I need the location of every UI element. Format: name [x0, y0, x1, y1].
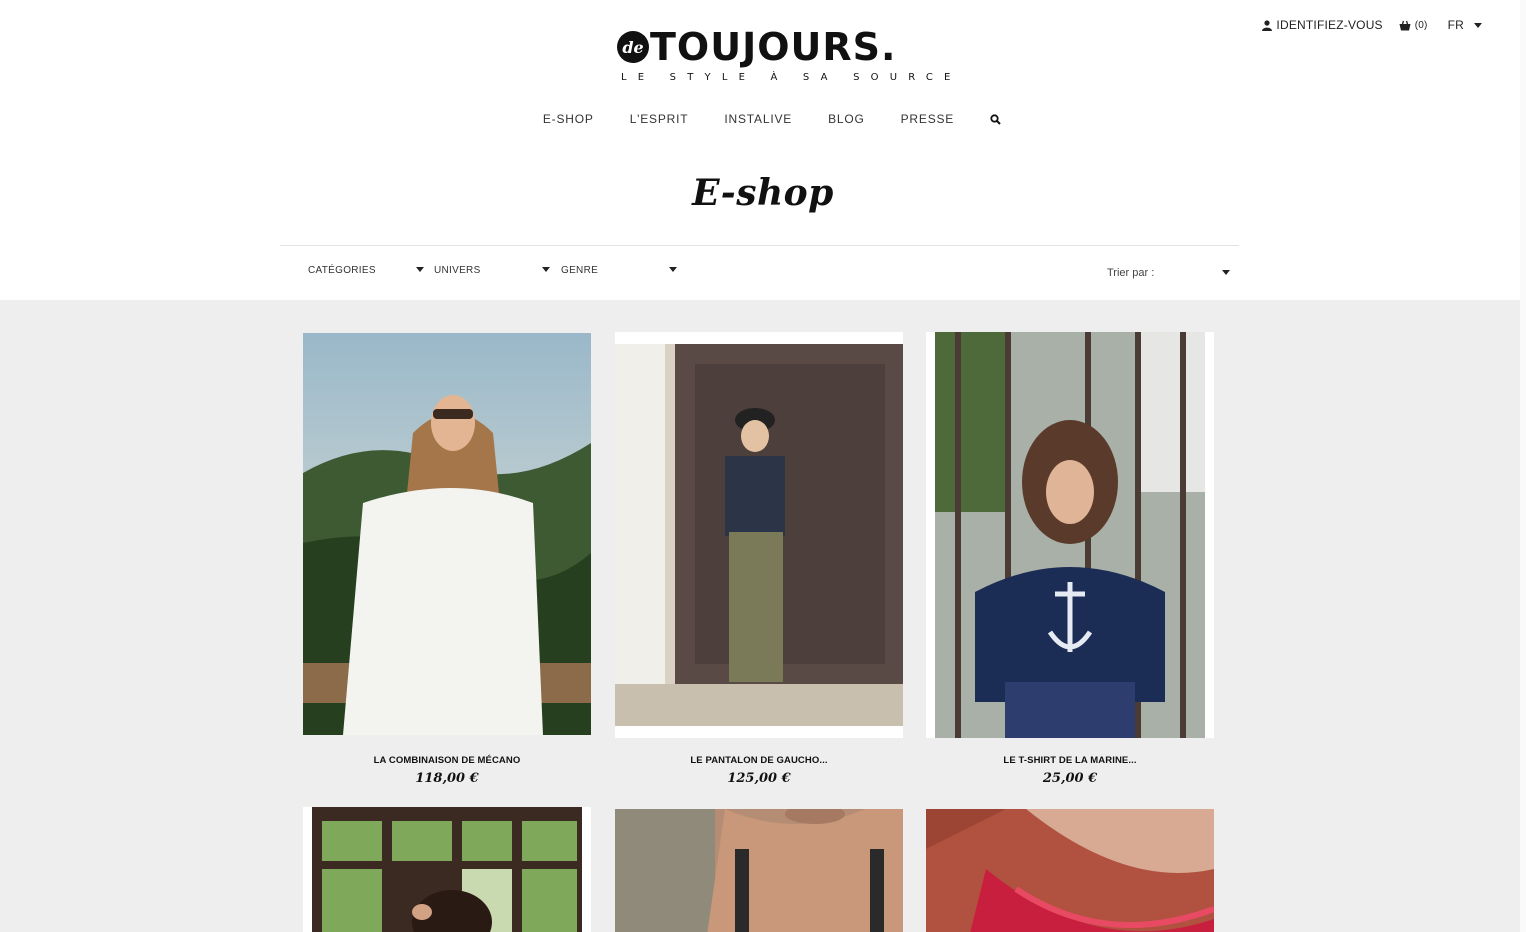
filter-gender-label: GENRE	[561, 265, 599, 276]
product-grid: LA COMBINAISON DE MÉCANO 118,00 € LE PAN…	[0, 300, 1526, 932]
nav-item-instalive[interactable]: INSTALIVE	[706, 112, 810, 126]
basket-icon	[1399, 20, 1411, 31]
product-price: 118,00 €	[415, 771, 479, 786]
brand-logo[interactable]: de TOUJOURS. LE STYLE À SA SOURCE	[617, 25, 962, 88]
nav-item-blog[interactable]: BLOG	[810, 112, 883, 126]
language-label: FR	[1447, 18, 1464, 32]
logo-de-badge: de	[617, 31, 649, 63]
product-name[interactable]: LA COMBINAISON DE MÉCANO	[303, 755, 591, 766]
page-title: E-shop	[692, 172, 834, 214]
chevron-down-icon	[416, 267, 424, 272]
main-navigation: E-SHOP L'ESPRIT INSTALIVE BLOG PRESSE	[0, 112, 1526, 126]
login-label: IDENTIFIEZ-VOUS	[1276, 18, 1383, 32]
filter-categories[interactable]: CATÉGORIES	[308, 265, 424, 276]
login-link[interactable]: IDENTIFIEZ-VOUS	[1262, 18, 1383, 32]
user-icon	[1262, 19, 1273, 31]
product-price: 125,00 €	[727, 771, 791, 786]
product-name[interactable]: LE T-SHIRT DE LA MARINE...	[926, 755, 1214, 766]
top-utility-bar: IDENTIFIEZ-VOUS (0) FR	[1262, 18, 1482, 32]
nav-item-esprit[interactable]: L'ESPRIT	[612, 112, 707, 126]
chevron-down-icon	[1222, 270, 1230, 275]
filter-universe-label: UNIVERS	[434, 265, 481, 276]
product-price: 25,00 €	[1042, 771, 1098, 786]
product-name[interactable]: LE PANTALON DE GAUCHO...	[615, 755, 903, 766]
filter-gender[interactable]: GENRE	[561, 265, 677, 276]
product-image[interactable]	[926, 809, 1214, 932]
filter-bar: CATÉGORIES UNIVERS GENRE Trier par :	[280, 245, 1239, 300]
sort-dropdown[interactable]: Trier par :	[1107, 267, 1230, 279]
filter-universe[interactable]: UNIVERS	[434, 265, 550, 276]
product-image[interactable]	[303, 333, 591, 735]
logo-tagline: LE STYLE À SA SOURCE	[621, 72, 962, 83]
sort-label: Trier par :	[1107, 267, 1155, 279]
logo-wordmark: TOUJOURS.	[650, 25, 897, 69]
product-image[interactable]	[615, 809, 903, 932]
chevron-down-icon	[1474, 22, 1482, 28]
page-scrollbar[interactable]	[1520, 0, 1526, 932]
product-image[interactable]	[615, 344, 903, 726]
nav-item-eshop[interactable]: E-SHOP	[525, 112, 612, 126]
product-image[interactable]	[312, 807, 582, 932]
chevron-down-icon	[542, 267, 550, 272]
cart-link[interactable]: (0)	[1399, 20, 1428, 31]
search-icon[interactable]	[972, 113, 1019, 125]
product-image[interactable]	[935, 332, 1205, 738]
nav-item-presse[interactable]: PRESSE	[883, 112, 973, 126]
cart-count: (0)	[1414, 19, 1428, 31]
filter-categories-label: CATÉGORIES	[308, 265, 376, 276]
chevron-down-icon	[669, 267, 677, 272]
language-selector[interactable]: FR	[1448, 18, 1482, 32]
